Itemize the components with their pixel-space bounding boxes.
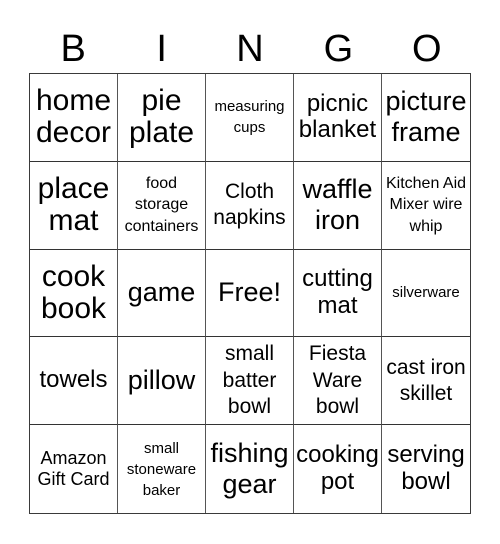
bingo-card-grid: home decor pie plate measuring cups picnic … <box>29 73 471 514</box>
bingo-cell[interactable]: waffle iron <box>294 161 382 250</box>
bingo-cell[interactable]: cook book <box>30 249 118 338</box>
bingo-cell[interactable]: cooking pot <box>294 425 382 513</box>
bingo-cell[interactable]: silverware <box>382 250 470 338</box>
bingo-cell[interactable]: game <box>118 249 206 338</box>
bingo-cell[interactable]: fishing gear <box>206 425 294 513</box>
header-letter-b: B <box>60 28 86 70</box>
header-letter-o: O <box>412 28 442 70</box>
bingo-cell[interactable]: food storage containers <box>118 161 206 250</box>
bingo-cell[interactable]: Kitchen Aid Mixer wire whip <box>382 162 470 250</box>
bingo-cell[interactable]: home decor <box>30 74 118 162</box>
header-letter-i: I <box>156 28 167 70</box>
bingo-cell[interactable]: cutting mat <box>294 249 382 338</box>
bingo-cell[interactable]: measuring cups <box>206 74 294 162</box>
bingo-cell[interactable]: small stoneware baker <box>118 425 206 513</box>
bingo-cell[interactable]: cast iron skillet <box>382 337 470 426</box>
bingo-cell[interactable]: pillow <box>118 337 206 426</box>
bingo-cell[interactable]: Amazon Gift Card <box>30 425 118 513</box>
bingo-cell[interactable]: picnic blanket <box>294 74 382 162</box>
bingo-cell[interactable]: place mat <box>30 161 118 250</box>
bingo-header: B I N G O <box>29 26 471 72</box>
bingo-cell[interactable]: small batter bowl <box>206 337 294 426</box>
bingo-cell[interactable]: towels <box>30 337 118 426</box>
bingo-cell[interactable]: serving bowl <box>382 425 470 513</box>
header-letter-n: N <box>236 28 264 70</box>
bingo-cell[interactable]: Cloth napkins <box>206 161 294 250</box>
bingo-cell[interactable]: picture frame <box>382 74 470 162</box>
bingo-cell[interactable]: pie plate <box>118 74 206 162</box>
free-space-cell[interactable]: Free! <box>206 249 294 338</box>
bingo-cell[interactable]: Fiesta Ware bowl <box>294 337 382 426</box>
header-letter-g: G <box>323 28 354 70</box>
